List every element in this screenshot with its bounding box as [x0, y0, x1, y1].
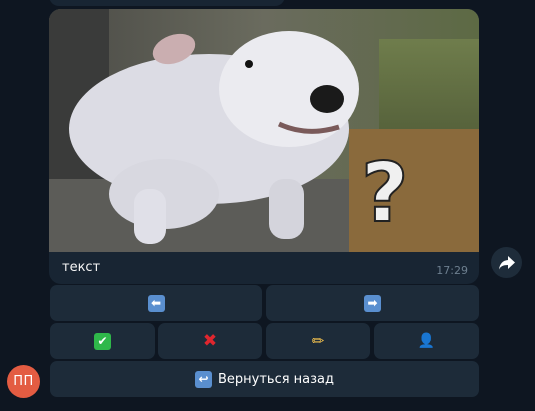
- cross-mark-icon: ✖: [202, 330, 218, 351]
- pencil-icon: ✏: [311, 331, 325, 350]
- return-arrow-icon: ↩: [194, 370, 212, 388]
- back-button-label: Вернуться назад: [217, 371, 335, 387]
- dog-photo-illustration: ?: [49, 9, 479, 252]
- keyboard-button-next[interactable]: ➡: [266, 285, 479, 321]
- forward-button[interactable]: [491, 247, 522, 278]
- avatar[interactable]: ПП: [7, 365, 40, 398]
- keyboard-button-edit[interactable]: ✏: [266, 323, 370, 359]
- avatar-initials: ПП: [13, 374, 34, 389]
- keyboard-button-approve[interactable]: ✔: [50, 323, 155, 359]
- right-arrow-icon: ➡: [364, 294, 381, 312]
- message-time: 17:29: [436, 264, 468, 277]
- message-photo[interactable]: ?: [49, 9, 479, 252]
- check-mark-icon: ✔: [94, 332, 111, 350]
- keyboard-button-profile[interactable]: 👤: [374, 323, 479, 359]
- message-bubble[interactable]: ? текст 17:29: [49, 9, 479, 284]
- message-caption: текст: [62, 260, 101, 275]
- keyboard-button-prev[interactable]: ⬅: [50, 285, 262, 321]
- user-silhouette-icon: 👤: [417, 333, 436, 349]
- keyboard-button-reject[interactable]: ✖: [158, 323, 262, 359]
- question-mark-overlay: ?: [361, 146, 409, 241]
- previous-message-bubble: [49, 0, 285, 6]
- keyboard-button-back[interactable]: ↩ Вернуться назад: [50, 361, 479, 397]
- forward-share-icon: [498, 255, 515, 269]
- left-arrow-icon: ⬅: [147, 294, 165, 312]
